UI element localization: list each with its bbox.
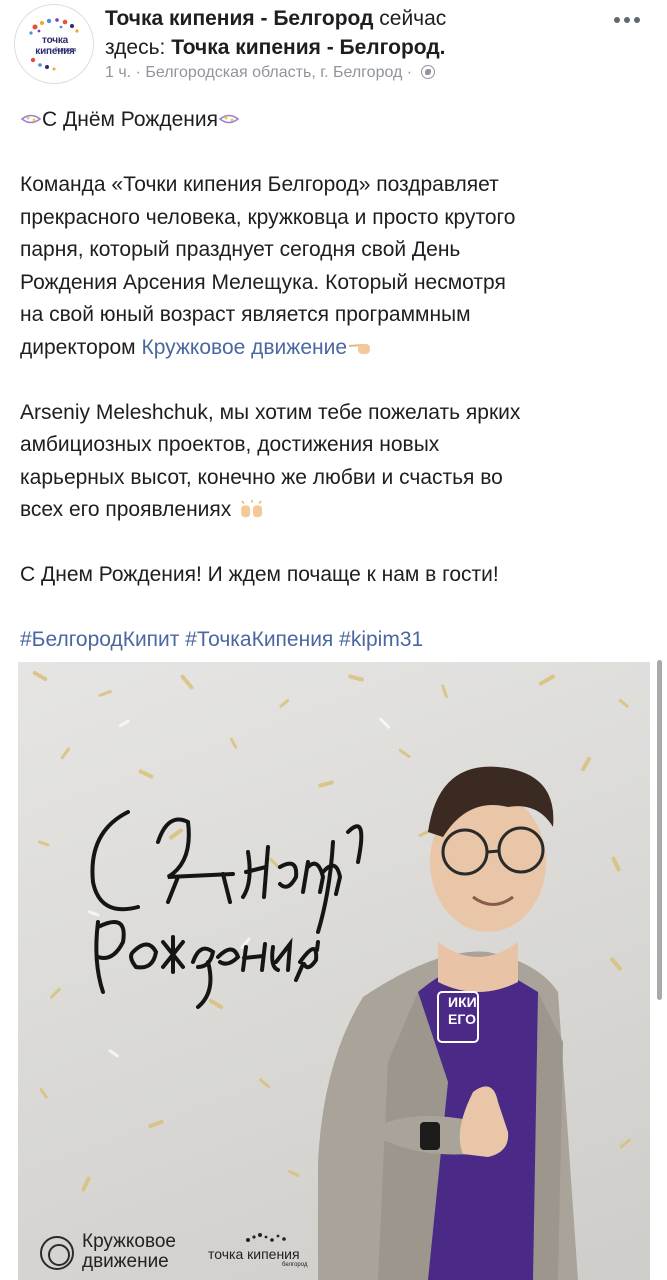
status-verb: сейчас xyxy=(373,7,447,30)
text-line: парня, который празднует сегодня свой Де… xyxy=(20,238,461,261)
dot-icon xyxy=(634,17,640,23)
raising-hands-icon xyxy=(241,499,263,518)
dot-icon xyxy=(624,17,630,23)
paragraph-1: Команда «Точки кипения Белгород» поздрав… xyxy=(20,169,650,364)
more-options-button[interactable] xyxy=(614,10,650,30)
tochka-dots-icon xyxy=(246,1233,286,1242)
post-title: Точка кипения - Белгород сейчас здесь: Т… xyxy=(105,4,600,62)
text-span: директором xyxy=(20,335,142,359)
brand-right-label: точка кипения xyxy=(208,1246,300,1262)
meta-separator-2: · xyxy=(402,64,417,81)
text-line: директором Кружковое движение xyxy=(20,332,650,365)
post-meta: 1 ч. · Белгородская область, г. Белгород… xyxy=(105,64,435,82)
pointing-hand-icon xyxy=(348,343,371,354)
text-span: всех его проявлениях xyxy=(20,498,238,521)
post-header: точка кипения белгород Точка кипения - Б… xyxy=(0,0,667,95)
paragraph-2: Arseniy Meleshchuk, мы хотим тебе пожела… xyxy=(20,397,650,527)
author-link[interactable]: Точка кипения - Белгород xyxy=(105,7,373,30)
heading-line: С Днём Рождения xyxy=(20,104,650,137)
location-prefix: здесь: xyxy=(105,36,172,59)
text-line: прекрасного человека, кружковца и просто… xyxy=(20,205,516,229)
paragraph-3: С Днем Рождения! И ждем почаще к нам в г… xyxy=(20,563,499,586)
text-line: Рождения Арсения Мелещука. Который несмо… xyxy=(20,270,506,294)
globe-icon xyxy=(420,65,435,79)
brand-left-line-1: Кружковое xyxy=(82,1231,176,1252)
location-link[interactable]: Точка кипения - Белгород. xyxy=(171,36,445,59)
sparkles-icon xyxy=(218,114,240,124)
text-line: Команда «Точки кипения Белгород» поздрав… xyxy=(20,173,499,196)
page-avatar[interactable]: точка кипения белгород xyxy=(14,4,94,84)
tshirt-text-1: ИКИ xyxy=(448,994,477,1010)
sparkles-icon xyxy=(20,114,42,124)
meta-separator: · xyxy=(131,64,146,81)
heading-text: С Днём Рождения xyxy=(42,108,218,131)
post-place[interactable]: Белгородская область, г. Белгород xyxy=(145,64,402,81)
post-photo[interactable]: ИКИ ЕГО Кружковое движение точка кипения… xyxy=(18,662,650,1280)
text-line: карьерных высот, конечно же любви и счас… xyxy=(20,465,503,489)
brand-left-label: Кружковое движение xyxy=(82,1232,176,1272)
dot-icon xyxy=(614,17,620,23)
page-scrollbar[interactable] xyxy=(657,660,662,1000)
text-line: амбициозных проектов, достижения новых xyxy=(20,433,440,456)
brand-left-line-2: движение xyxy=(82,1251,169,1272)
tshirt-text-2: ЕГО xyxy=(448,1011,476,1027)
confetti-background: ИКИ ЕГО xyxy=(32,671,632,1280)
text-line: Arseniy Meleshchuk, мы хотим тебе пожела… xyxy=(20,400,521,424)
text-line: на свой юный возраст является программны… xyxy=(20,303,471,326)
brand-right-sub: белгород xyxy=(282,1262,308,1268)
birthday-script-lettering xyxy=(90,810,364,1009)
post-body: С Днём Рождения Команда «Точки кипения Б… xyxy=(20,104,650,657)
kruzhkovoe-link[interactable]: Кружковое движение xyxy=(141,336,347,359)
hashtags[interactable]: #БелгородКипит #ТочкаКипения #kipim31 xyxy=(20,624,650,657)
avatar-logo-sub: белгород xyxy=(55,47,77,53)
kruzhkovoe-ring-icon xyxy=(40,1236,74,1270)
person-illustration: ИКИ ЕГО xyxy=(318,766,578,1280)
text-line: всех его проявлениях xyxy=(20,494,650,527)
post-time[interactable]: 1 ч. xyxy=(105,64,131,81)
avatar-logo-text: точка кипения xyxy=(35,35,75,57)
